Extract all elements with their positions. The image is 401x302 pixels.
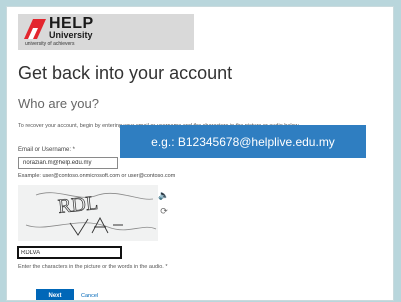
captcha-image: RDL [18,185,158,241]
refresh-icon[interactable]: ⟳ [157,203,171,219]
help-logo-icon [24,19,46,39]
logo-tagline: university of achievers [25,41,75,47]
page-subtitle: Who are you? [18,96,99,111]
email-example-text: Example: user@contoso.onmicrosoft.com or… [18,173,176,179]
cancel-link[interactable]: Cancel [81,289,98,300]
svg-text:RDL: RDL [57,192,99,218]
captcha-drawing: RDL [25,192,157,236]
example-email-banner: e.g.: B12345678@helplive.edu.my [120,125,366,158]
help-university-logo: HELP University university of achievers [18,14,194,50]
speaker-icon[interactable]: 🔈 [157,187,171,203]
email-field[interactable] [18,157,118,169]
captcha-controls: 🔈 ⟳ [157,187,171,223]
next-button[interactable]: Next [36,289,74,300]
captcha-help-text: Enter the characters in the picture or t… [18,264,168,270]
email-label: Email or Username: * [18,147,76,153]
captcha-input[interactable] [17,246,122,259]
page-title: Get back into your account [18,63,233,83]
logo-subtext: University [49,30,93,40]
